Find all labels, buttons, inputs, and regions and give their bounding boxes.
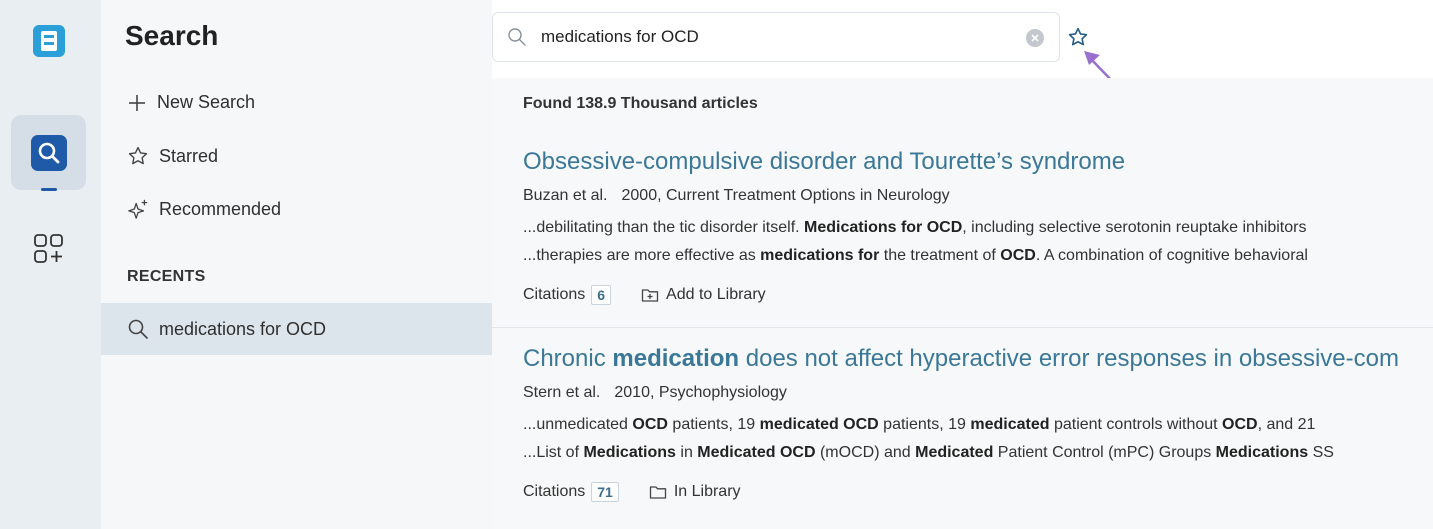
search-icon — [128, 319, 148, 339]
result-title-highlight: medication — [612, 345, 740, 372]
new-search-button[interactable]: New Search — [127, 92, 255, 113]
result-meta: Buzan et al. 2000, Current Treatment Opti… — [523, 187, 950, 205]
library-label: In Library — [673, 483, 741, 500]
result-title-text: does not affect hyperactive error respon… — [739, 345, 1399, 372]
citations-label: Citations — [523, 483, 586, 500]
plus-icon — [129, 94, 145, 111]
library-label: Add to Library — [666, 286, 766, 303]
result-title-link[interactable]: Obsessive-compulsive disorder and Touret… — [523, 148, 1125, 176]
app-logo[interactable] — [11, 16, 86, 66]
snippet-text: . A combination of cognitive behavioral — [1035, 247, 1308, 264]
sparkle-icon — [128, 199, 148, 219]
search-icon — [508, 28, 526, 46]
snippet-highlight: OCD — [1000, 247, 1036, 264]
result-actions: Citations 6 Add to Library — [523, 285, 766, 305]
rail-search-button[interactable] — [11, 115, 86, 191]
result-year-source: 2000, Current Treatment Options in Neuro… — [621, 187, 950, 204]
recents-header: RECENTS — [127, 268, 206, 285]
side-nav: Search New Search Starred Recommended RE… — [101, 0, 492, 529]
result-authors: Buzan et al. — [523, 187, 608, 204]
search-input[interactable] — [541, 27, 1001, 47]
snippet-highlight: OCD — [1222, 416, 1258, 433]
snippet-text: ...List of — [523, 444, 584, 461]
result-snippet: ...therapies are more effective as medic… — [523, 247, 1308, 265]
search-icon — [30, 134, 67, 171]
snippet-text: SS — [1308, 444, 1334, 461]
starred-nav-item[interactable]: Starred — [127, 145, 218, 167]
result-authors: Stern et al. — [523, 384, 601, 401]
snippet-text: ...debilitating than the tic disorder it… — [523, 219, 805, 236]
add-to-library-button[interactable]: Add to Library — [641, 286, 766, 304]
app-logo-icon — [32, 25, 65, 57]
rail-apps-button[interactable] — [11, 214, 86, 284]
snippet-highlight: Medications for OCD — [804, 219, 963, 236]
snippet-text: in — [675, 444, 698, 461]
page-title: Search — [125, 20, 219, 51]
citations-count-button[interactable]: 71 — [591, 482, 619, 502]
result-meta: Stern et al. 2010, Psychophysiology — [523, 384, 787, 402]
in-library-button[interactable]: In Library — [649, 483, 741, 501]
snippet-text: ...therapies are more effective as — [523, 247, 761, 264]
result-snippet: ...debilitating than the tic disorder it… — [523, 219, 1306, 237]
result-snippet: ...List of Medications in Medicated OCD … — [523, 444, 1334, 462]
recent-search-label: medications for OCD — [159, 318, 327, 339]
result-title-text: Obsessive-compulsive disorder and Touret… — [523, 148, 1126, 175]
citations-count-button[interactable]: 6 — [591, 285, 612, 305]
snippet-highlight: Medications — [583, 444, 676, 461]
snippet-text: the treatment of — [879, 247, 1001, 264]
recommended-nav-item[interactable]: Recommended — [127, 198, 281, 220]
result-title-text: Chronic — [523, 345, 613, 372]
snippet-text: Patient Control (mPC) Groups — [993, 444, 1216, 461]
snippet-text: patients, 19 — [878, 416, 971, 433]
search-bar — [492, 12, 1060, 62]
snippet-text: patient controls without — [1049, 416, 1223, 433]
recent-search-item[interactable]: medications for OCD — [101, 303, 492, 355]
clear-icon — [1031, 34, 1039, 42]
result-actions: Citations 71 In Library — [523, 482, 741, 502]
result-item: Chronic medication does not affect hyper… — [492, 329, 1433, 529]
app-rail — [0, 0, 101, 529]
results-panel: Found 138.9 Thousand articles Obsessive-… — [492, 78, 1433, 529]
apps-add-icon — [33, 234, 63, 263]
snippet-highlight: medicated OCD — [759, 416, 879, 433]
snippet-text: , including selective serotonin reuptake… — [962, 219, 1307, 236]
snippet-highlight: medicated — [970, 416, 1050, 433]
snippet-highlight: OCD — [632, 416, 668, 433]
results-count: Found 138.9 Thousand articles — [523, 95, 758, 112]
starred-label: Starred — [159, 145, 219, 166]
recommended-label: Recommended — [159, 198, 282, 219]
folder-add-icon — [641, 289, 659, 302]
star-icon — [128, 146, 148, 165]
snippet-highlight: Medications — [1215, 444, 1309, 461]
new-search-label: New Search — [157, 92, 256, 112]
snippet-text: , and 21 — [1257, 416, 1316, 433]
star-icon — [1068, 27, 1088, 46]
folder-icon — [649, 486, 666, 499]
snippet-text: ...unmedicated — [523, 416, 633, 433]
result-title-link[interactable]: Chronic medication does not affect hyper… — [523, 345, 1399, 373]
result-item: Obsessive-compulsive disorder and Touret… — [492, 132, 1433, 328]
snippet-text: (mOCD) and — [815, 444, 916, 461]
snippet-highlight: Medicated OCD — [697, 444, 816, 461]
snippet-highlight: medications for — [760, 247, 880, 264]
result-snippet: ...unmedicated OCD patients, 19 medicate… — [523, 416, 1315, 434]
result-year-source: 2010, Psychophysiology — [614, 384, 787, 401]
clear-search-button[interactable] — [1026, 29, 1044, 47]
snippet-highlight: Medicated — [915, 444, 994, 461]
citations-label: Citations — [523, 286, 586, 303]
snippet-text: patients, 19 — [667, 416, 760, 433]
